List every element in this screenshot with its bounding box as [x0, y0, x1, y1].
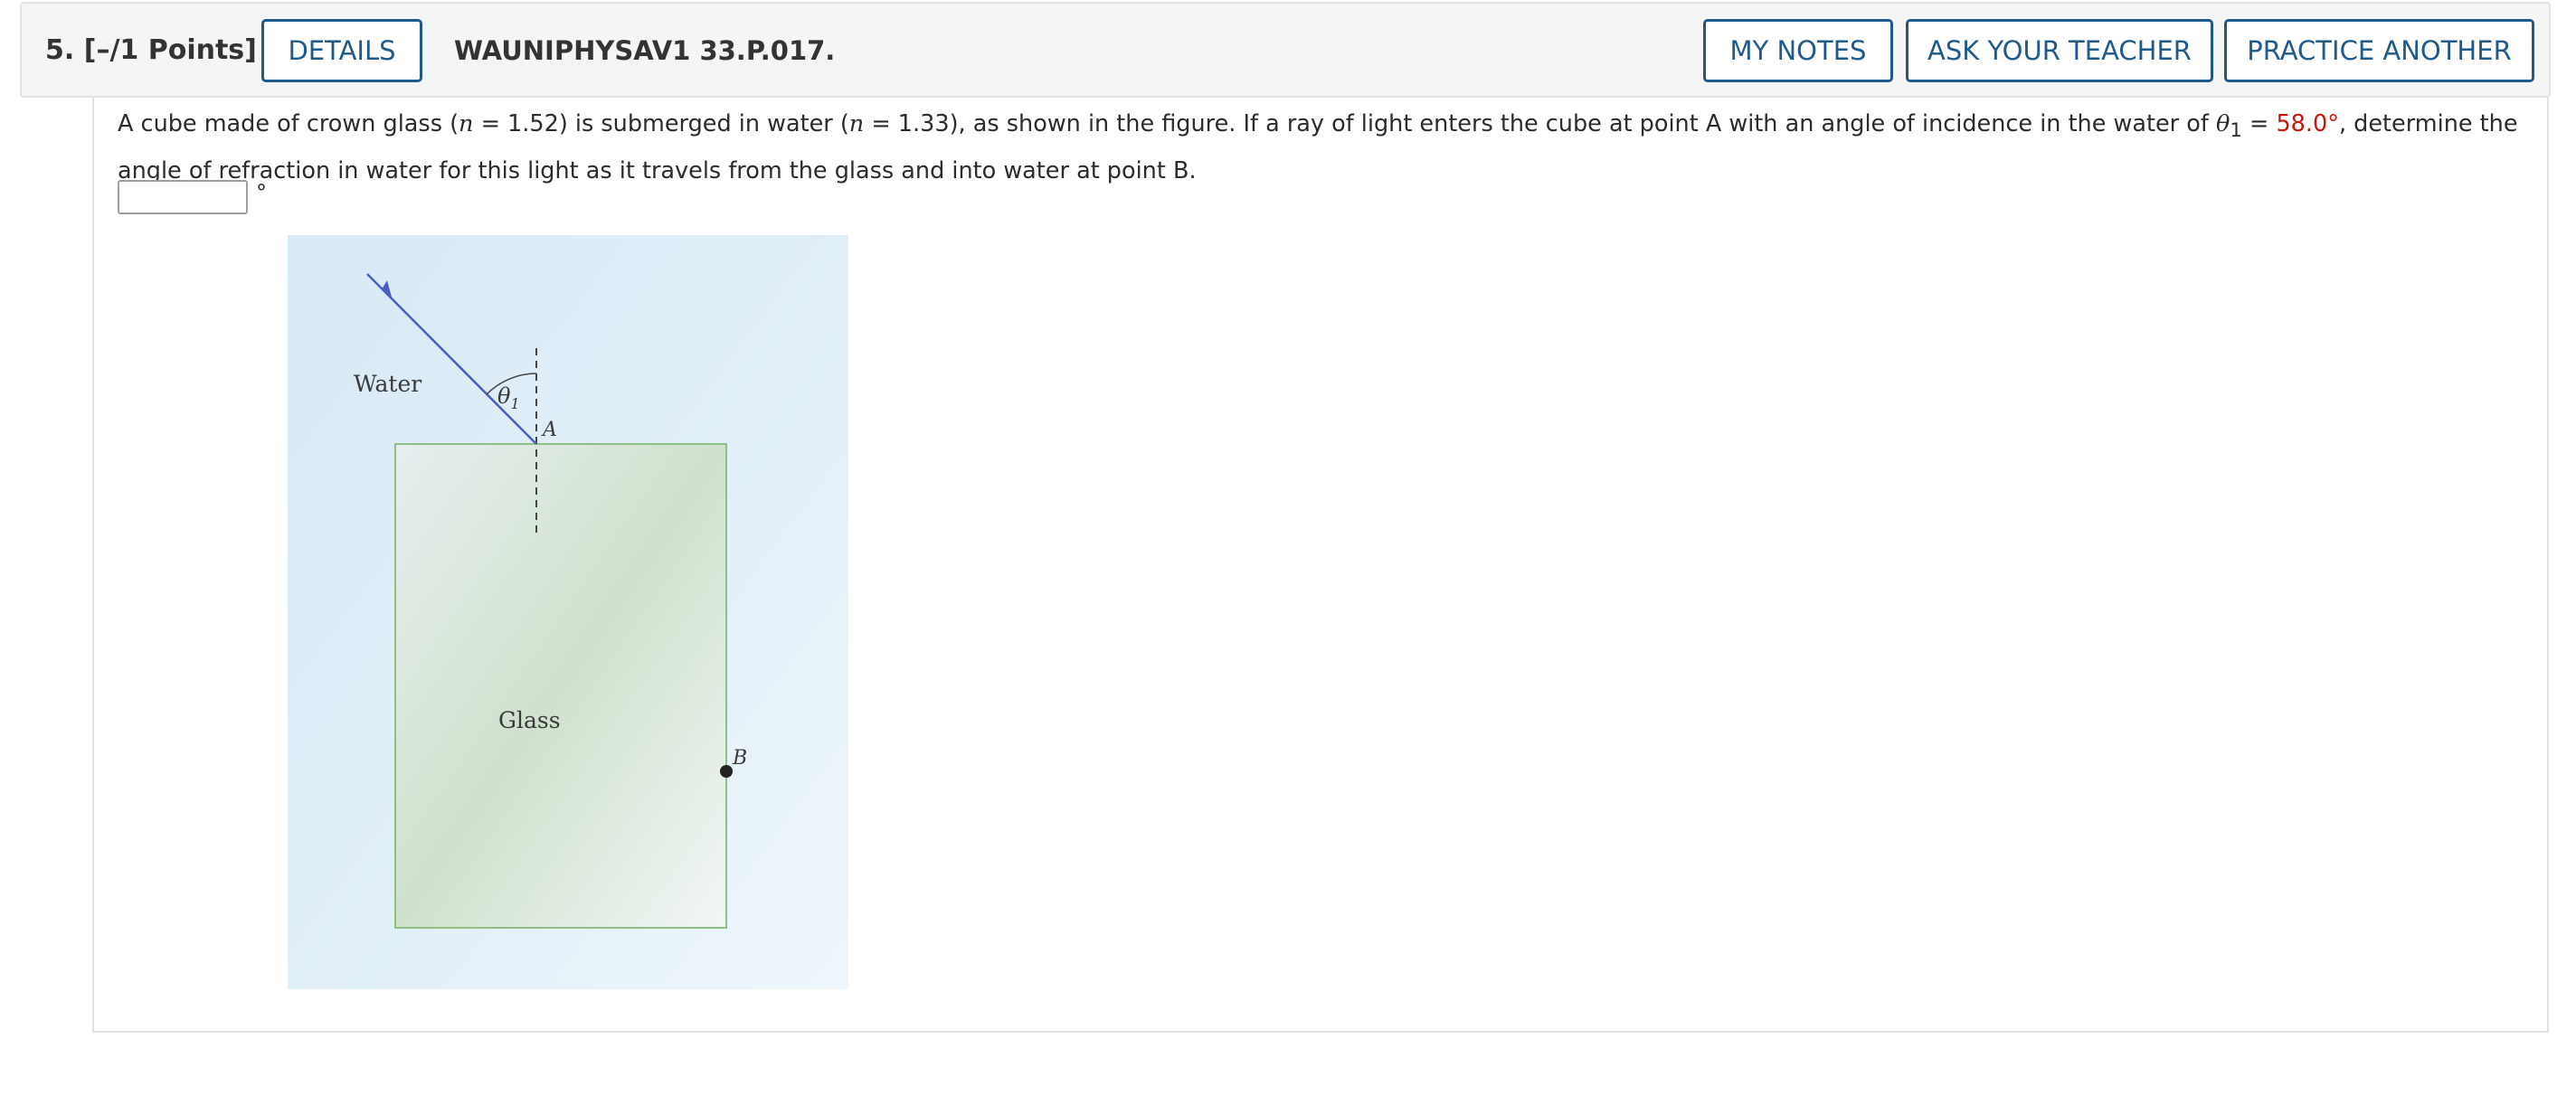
theta-subscript: 1: [2230, 119, 2242, 143]
point-b-label: B: [732, 747, 747, 770]
glass-label: Glass: [498, 707, 561, 733]
question-page: 5. [–/1 Points] DETAILS WAUNIPHYSAV1 33.…: [0, 0, 2576, 1096]
degree-unit: °: [256, 180, 267, 205]
n-symbol: n: [459, 110, 474, 137]
n-symbol: n: [848, 110, 865, 137]
point-b-marker: [720, 765, 733, 778]
glass-cube: [394, 443, 727, 929]
practice-another-button[interactable]: PRACTICE ANOTHER: [2224, 19, 2534, 82]
point-a-label: A: [541, 419, 557, 441]
question-number-points: 5. [–/1 Points]: [45, 34, 257, 67]
refraction-figure: Water θ1 A Glass B: [288, 235, 848, 989]
points-label: [–/1 Points]: [83, 34, 257, 66]
ask-your-teacher-button[interactable]: ASK YOUR TEACHER: [1906, 19, 2213, 82]
water-label: Water: [354, 371, 421, 397]
question-text: A cube made of crown glass (n = 1.52) is…: [118, 110, 2518, 185]
my-notes-button[interactable]: MY NOTES: [1703, 19, 1893, 82]
assignment-id: WAUNIPHYSAV1 33.P.017.: [454, 35, 836, 66]
question-number: 5.: [45, 34, 75, 66]
answer-input[interactable]: [118, 180, 248, 214]
details-button[interactable]: DETAILS: [261, 19, 422, 82]
theta-symbol: θ: [2215, 110, 2230, 137]
angle-value: 58.0°: [2276, 110, 2339, 137]
